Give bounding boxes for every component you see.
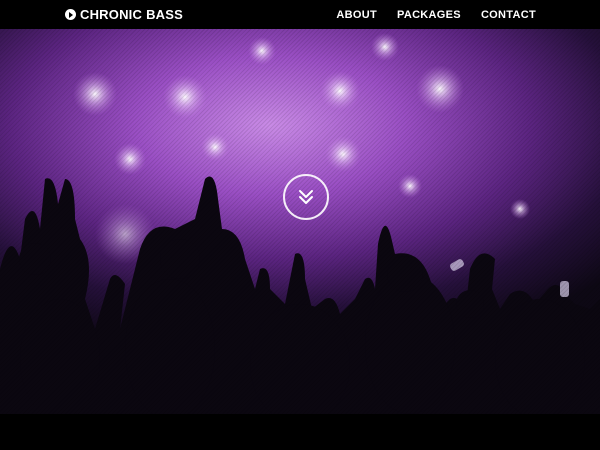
nav-link-contact[interactable]: CONTACT	[481, 9, 536, 21]
brand-name: CHRONIC BASS	[80, 7, 183, 22]
nav-link-packages[interactable]: PACKAGES	[397, 9, 461, 21]
play-circle-icon	[65, 9, 76, 20]
bottom-bar	[0, 414, 600, 450]
top-navbar: CHRONIC BASS ABOUT PACKAGES CONTACT	[0, 0, 600, 29]
nav-link-about[interactable]: ABOUT	[336, 9, 377, 21]
brand-name-part1: CHRONIC	[80, 7, 143, 22]
double-chevron-down-icon	[299, 190, 313, 204]
concert-crowd-image	[0, 33, 600, 414]
stage-lights	[73, 33, 530, 264]
scroll-down-button[interactable]	[283, 174, 329, 220]
brand-name-part2: BASS	[146, 7, 183, 22]
brand-logo[interactable]: CHRONIC BASS	[65, 0, 183, 29]
main-nav: ABOUT PACKAGES CONTACT	[336, 0, 536, 29]
hero-banner	[0, 29, 600, 414]
